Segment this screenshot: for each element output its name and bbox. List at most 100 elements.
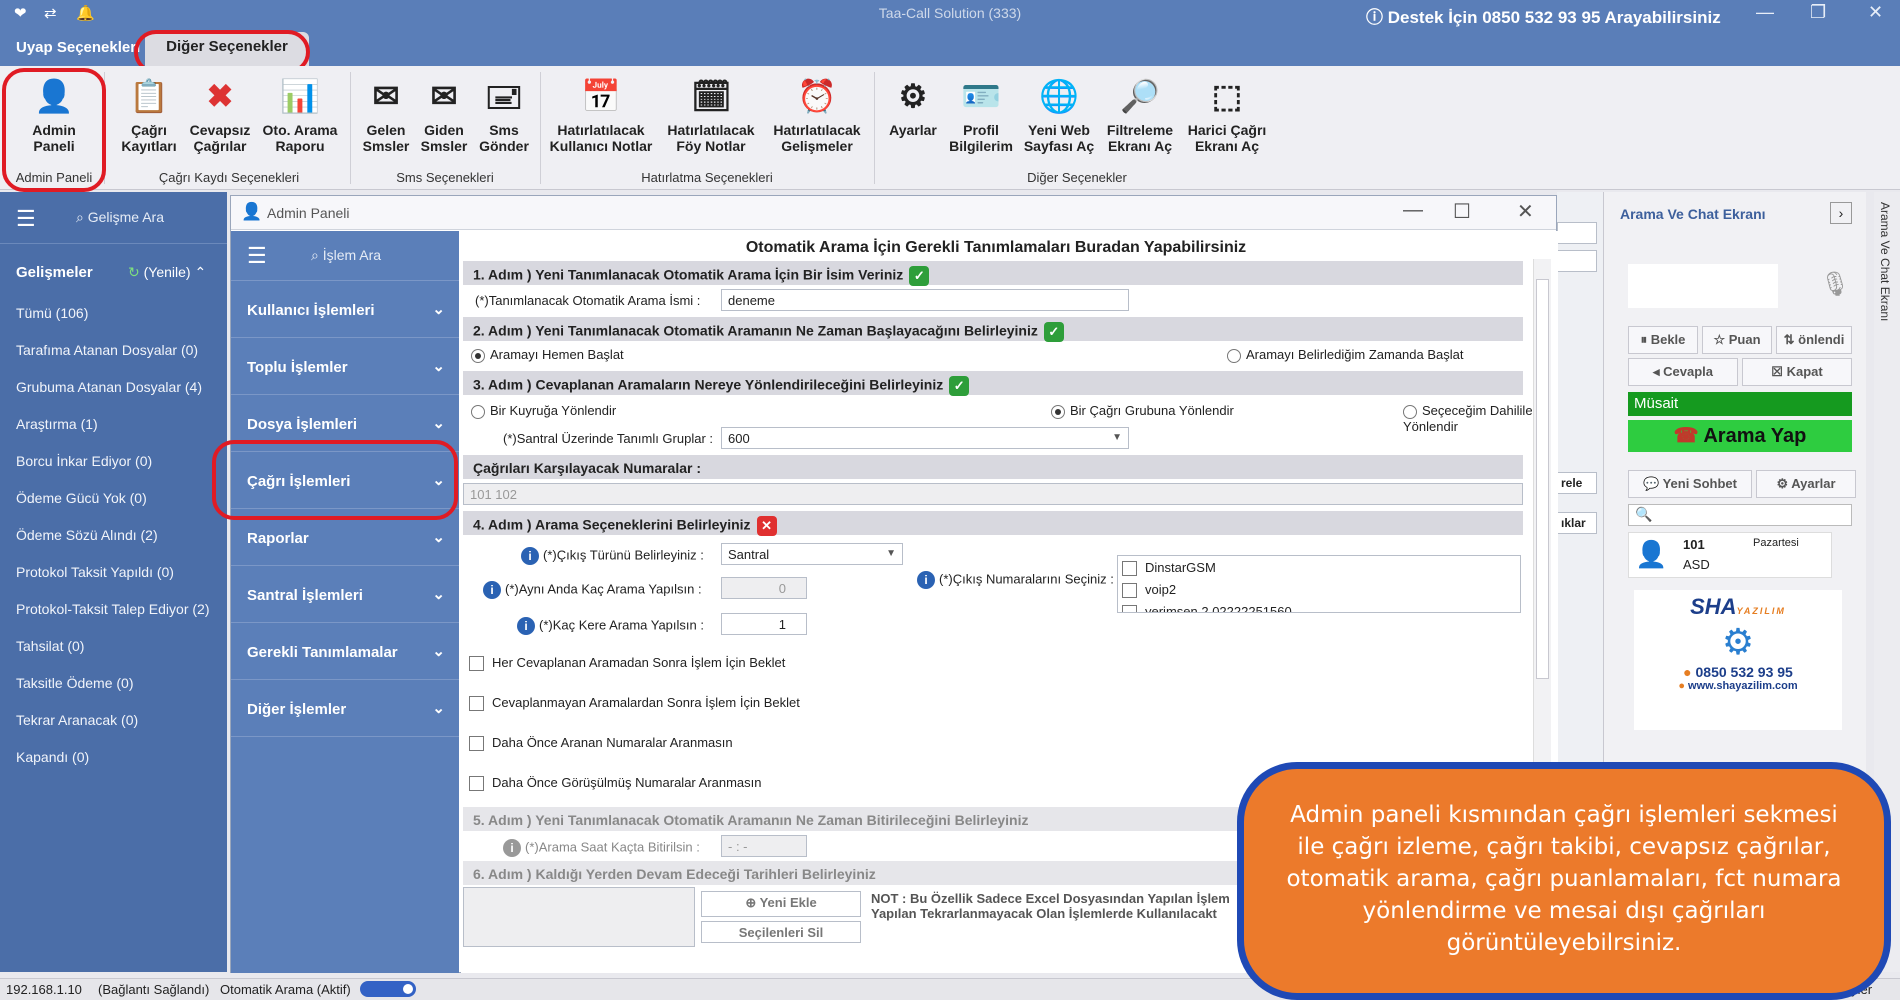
chat-search-input[interactable]: 🔍 — [1628, 504, 1852, 526]
microphone-icon[interactable]: 🎙 — [1820, 270, 1850, 299]
ribbon-separator — [350, 72, 351, 184]
incoming-sms-button[interactable]: ✉ Gelen Smsler — [356, 76, 416, 154]
list-item[interactable]: Ödeme Sözü Alındı (2) — [16, 527, 158, 543]
option-skip-talked[interactable]: Daha Önce Görüşülmüş Numaralar Aranmasın — [469, 775, 762, 792]
ribbon: 👤 Admin Paneli 📋 Çağrı Kayıtları ✖ Cevapsız… — [0, 66, 1900, 190]
redirect-button[interactable]: ⇅ önlendi — [1776, 326, 1852, 354]
bg-input[interactable] — [1557, 250, 1597, 272]
hamburger-icon[interactable]: ☰ — [247, 243, 267, 269]
outgoing-sms-button[interactable]: ✉ Giden Smsler — [414, 76, 474, 154]
hangup-button[interactable]: ☒ Kapat — [1742, 358, 1852, 386]
list-item[interactable]: Tahsilat (0) — [16, 638, 84, 654]
delete-selected-button[interactable]: Seçilenleri Sil — [701, 921, 861, 943]
maximize-icon[interactable]: ❐ — [1810, 2, 1826, 23]
list-item[interactable]: Araştırma (1) — [16, 416, 98, 432]
groups-select[interactable]: 600 ▼ — [721, 427, 1129, 449]
list-item[interactable]: Protokol-Taksit Talep Ediyor (2) — [16, 601, 209, 617]
nav-kullanici[interactable]: Kullanıcı İşlemleri ⌄ — [231, 282, 459, 338]
call-records-button[interactable]: 📋 Çağrı Kayıtları — [114, 76, 184, 154]
external-call-label: Harici Çağrı Ekranı Aç — [1187, 122, 1267, 154]
exit-type-select[interactable]: Santral ▼ — [721, 543, 903, 565]
list-item[interactable]: Tarafıma Atanan Dosyalar (0) — [16, 342, 198, 358]
reminder-user-notes-button[interactable]: 📅 Hatırlatılacak Kullanıcı Notlar — [546, 76, 656, 154]
auto-call-name-input[interactable]: deneme — [721, 289, 1129, 311]
nav-toplu[interactable]: Toplu İşlemler ⌄ — [231, 339, 459, 395]
list-item[interactable]: Borcu İnkar Ediyor (0) — [16, 453, 152, 469]
new-chat-button[interactable]: 💬 Yeni Sohbet — [1628, 470, 1752, 498]
radio-queue[interactable]: Bir Kuyruğa Yönlendir — [471, 403, 616, 419]
operation-search[interactable]: ⌕ İşlem Ara — [311, 247, 381, 264]
maximize-icon[interactable]: ☐ — [1453, 199, 1471, 224]
exit-numbers-list[interactable]: DinstarGSM voip2 yerimsen 2 02222251560 — [1117, 555, 1521, 613]
close-icon[interactable]: ✕ — [1868, 2, 1883, 23]
list-item[interactable]: Grubuma Atanan Dosyalar (4) — [16, 379, 202, 395]
end-time-input[interactable]: - : - — [721, 835, 807, 857]
bg-button[interactable]: rele — [1557, 472, 1597, 494]
exit-number-item[interactable]: yerimsen 2 02222251560 — [1122, 604, 1516, 612]
redirect-label: önlendi — [1798, 332, 1845, 347]
answer-button[interactable]: ◂ Cevapla — [1628, 358, 1738, 386]
reminder-developments-button[interactable]: ⏰ Hatırlatılacak Gelişmeler — [766, 76, 868, 154]
list-item[interactable]: Tümü (106) — [16, 305, 88, 321]
info-icon: i — [917, 571, 935, 589]
radio-call-group[interactable]: Bir Çağrı Grubuna Yönlendir — [1051, 403, 1234, 419]
developments-search[interactable]: ⌕ Gelişme Ara — [76, 209, 164, 226]
list-item[interactable]: Kapandı (0) — [16, 749, 89, 765]
gear-icon: ⚙ — [898, 78, 928, 114]
option-wait-unanswered[interactable]: Cevaplanmayan Aramalardan Sonra İşlem İç… — [469, 695, 800, 712]
bg-input[interactable] — [1557, 222, 1597, 244]
exit-number-item[interactable]: voip2 — [1122, 582, 1516, 599]
nav-diger[interactable]: Diğer İşlemler ⌄ — [231, 681, 459, 737]
option-wait-answered[interactable]: Her Cevaplanan Aramadan Sonra İşlem İçin… — [469, 655, 785, 672]
list-item[interactable]: Protokol Taksit Yapıldı (0) — [16, 564, 174, 580]
new-web-page-button[interactable]: 🌐 Yeni Web Sayfası Aç — [1018, 76, 1100, 154]
contact-row[interactable]: 👤 101 Pazartesi ASD — [1628, 532, 1832, 578]
filter-icon: 🔎 — [1120, 78, 1160, 114]
option-label: Cevaplanmayan Aramalardan Sonra İşlem İç… — [492, 695, 800, 710]
reminder-file-notes-button[interactable]: 🗓 Hatırlatılacak Föy Notlar — [656, 76, 766, 154]
status-select[interactable]: Müsait — [1628, 392, 1852, 416]
scrollbar-thumb[interactable] — [1536, 279, 1549, 679]
rate-button[interactable]: ☆ Puan — [1702, 326, 1772, 354]
dial-input[interactable] — [1628, 264, 1778, 308]
radio-label: Aramayı Hemen Başlat — [490, 347, 624, 362]
repeat-stepper[interactable]: 1 — [721, 613, 807, 635]
filter-screen-button[interactable]: 🔎 Filtreleme Ekranı Aç — [1100, 76, 1180, 154]
checkbox — [469, 776, 484, 792]
tab-uyap[interactable]: Uyap Seçenekleri — [16, 39, 140, 56]
exit-number-item[interactable]: DinstarGSM — [1122, 560, 1516, 577]
settings-button[interactable]: ⚙ Ayarlar — [880, 76, 946, 138]
collapse-panel-button[interactable]: › — [1830, 202, 1852, 224]
calendar-clock-icon: 🗓 — [691, 78, 732, 114]
send-sms-button[interactable]: 🖃 Sms Gönder — [474, 76, 534, 154]
dialog-nav: ☰ ⌕ İşlem Ara Kullanıcı İşlemleri ⌄ Toplu… — [231, 231, 459, 973]
list-item[interactable]: Ödeme Gücü Yok (0) — [16, 490, 147, 506]
auto-call-report-button[interactable]: 📊 Oto. Arama Raporu — [256, 76, 344, 154]
highlight-cagri-islemleri — [212, 440, 458, 520]
list-item[interactable]: Taksitle Ödeme (0) — [16, 675, 133, 691]
auto-call-toggle[interactable] — [360, 981, 416, 997]
add-new-button[interactable]: ⊕ Yeni Ekle — [701, 891, 861, 917]
nav-santral[interactable]: Santral İşlemleri ⌄ — [231, 567, 459, 623]
bg-button[interactable]: ıklar — [1557, 512, 1597, 534]
missed-calls-button[interactable]: ✖ Cevapsız Çağrılar — [184, 76, 256, 154]
list-item[interactable]: Tekrar Aranacak (0) — [16, 712, 138, 728]
radio-start-later[interactable]: Aramayı Belirlediğim Zamanda Başlat — [1227, 347, 1463, 363]
logo-web-row: ● www.shayazilim.com — [1634, 680, 1842, 692]
profile-button[interactable]: 🪪 Profil Bilgilerim — [946, 76, 1016, 154]
refresh-button[interactable]: ↻ (Yenile) ⌃ — [128, 264, 206, 281]
minimize-icon[interactable]: — — [1403, 199, 1423, 222]
chat-settings-button[interactable]: ⚙ Ayarlar — [1756, 470, 1856, 498]
check-icon: ✓ — [909, 266, 930, 286]
close-icon[interactable]: ✕ — [1517, 199, 1534, 224]
nav-gerekli[interactable]: Gerekli Tanımlamalar ⌄ — [231, 624, 459, 680]
concurrent-stepper[interactable]: 0 — [721, 577, 807, 599]
make-call-button[interactable]: ☎ Arama Yap — [1628, 420, 1852, 452]
minimize-icon[interactable]: — — [1756, 2, 1774, 23]
option-skip-called[interactable]: Daha Önce Aranan Numaralar Aranmasın — [469, 735, 733, 752]
hamburger-icon[interactable]: ☰ — [16, 206, 36, 232]
external-call-button[interactable]: ⬚ Harici Çağrı Ekranı Aç — [1180, 76, 1274, 154]
info-icon: i — [517, 617, 535, 635]
radio-start-now[interactable]: Aramayı Hemen Başlat — [471, 347, 624, 363]
hold-button[interactable]: ⏸ Bekle — [1628, 326, 1698, 354]
